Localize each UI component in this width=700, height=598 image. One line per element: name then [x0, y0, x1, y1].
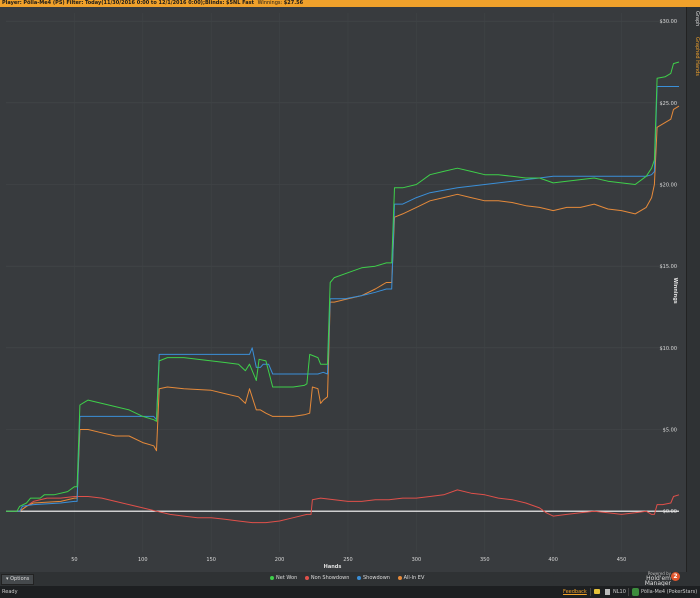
y-tick-label: $30.00 — [660, 19, 678, 25]
legend-item-showdown[interactable]: Showdown — [356, 575, 390, 581]
hm2-logo-icon: 2 — [671, 572, 680, 581]
y-tick-label: $25.00 — [660, 101, 678, 107]
series-line-showdown — [6, 86, 679, 512]
status-separator — [590, 588, 591, 596]
legend-item-non-showdown[interactable]: Non Showdown — [304, 575, 350, 581]
legend-label: Non Showdown — [310, 575, 350, 581]
active-player-label[interactable]: Pölla-Me4 (PokerStars) — [641, 586, 697, 598]
filter-label: Filter: — [66, 0, 84, 6]
filter-bar: Player: Pölla-Me4 (PS) Filter: Today(11/… — [0, 0, 700, 7]
brand-name: Hold'em Manager — [644, 575, 671, 587]
series-line-all-in-ev — [6, 105, 680, 512]
legend-item-allin-ev[interactable]: All-In EV — [397, 575, 425, 581]
player-icon — [632, 588, 639, 596]
winnings-chart[interactable]: $30.00 $25.00 $20.00 $15.00 $10.00 $5.00 $0.00… — [0, 7, 686, 572]
legend-label: Net Won — [276, 575, 298, 581]
y-tick-label: $15.00 — [660, 264, 678, 270]
status-separator — [628, 588, 629, 596]
y-tick-label: $20.00 — [660, 183, 678, 189]
series-line-non-showdown — [6, 489, 680, 524]
winnings-value: $27.56 — [283, 0, 304, 6]
x-tick-label: 350 — [480, 557, 490, 563]
x-tick-label: 100 — [138, 557, 148, 563]
options-label: Options — [10, 576, 30, 582]
brand-logo-text: Powered by Hold'em Manager — [627, 571, 671, 587]
x-tick-label: 400 — [548, 557, 558, 563]
status-bar: Ready Feedback NL10 Pölla-Me4 (PokerStar… — [0, 586, 700, 598]
graph-panel[interactable]: $30.00 $25.00 $20.00 $15.00 $10.00 $5.00 $0.00… — [0, 7, 686, 572]
legend-item-net-won[interactable]: Net Won — [270, 575, 297, 581]
chart-legend: Net Won Non Showdown Showdown All-In EV — [270, 575, 430, 581]
status-ready: Ready — [2, 589, 18, 595]
y-tick-label: $0.00 — [663, 509, 677, 515]
feedback-link[interactable]: Feedback — [563, 586, 587, 598]
y-tick-label: $10.00 — [660, 346, 678, 352]
legend-dot — [397, 575, 402, 580]
tab-graph[interactable]: Graph — [688, 11, 700, 26]
x-tick-label: 200 — [275, 557, 285, 563]
x-tick-label: 250 — [343, 557, 353, 563]
filter-value: Today(11/30/2016 0:00 to 12/1/2016 0:00)… — [85, 0, 254, 6]
player-value: Pölla-Me4 (PS) — [23, 0, 65, 6]
y-axis-label: Winnings — [672, 278, 678, 304]
chat-icon[interactable] — [594, 589, 600, 594]
legend-dot — [304, 575, 309, 580]
x-tick-label: 50 — [71, 557, 77, 563]
database-icon — [605, 589, 610, 595]
legend-label: Showdown — [362, 575, 390, 581]
x-tick-label: 150 — [206, 557, 216, 563]
player-label: Player: — [2, 0, 22, 6]
series-line-net-won — [6, 61, 680, 512]
x-axis-label: Hands — [324, 564, 342, 570]
database-label[interactable]: NL10 — [613, 586, 626, 598]
right-tab-rail: Graph Graphed Hands — [686, 7, 700, 572]
legend-dot — [270, 575, 274, 580]
tab-graphed-hands[interactable]: Graphed Hands — [688, 37, 700, 76]
x-tick-label: 450 — [617, 557, 627, 563]
y-tick-label: $5.00 — [663, 428, 677, 434]
winnings-label: Winnings: — [257, 0, 283, 6]
x-tick-label: 300 — [412, 557, 422, 563]
options-button[interactable]: ▾ Options — [1, 574, 35, 585]
legend-label: All-In EV — [403, 575, 425, 581]
legend-dot — [356, 575, 361, 580]
